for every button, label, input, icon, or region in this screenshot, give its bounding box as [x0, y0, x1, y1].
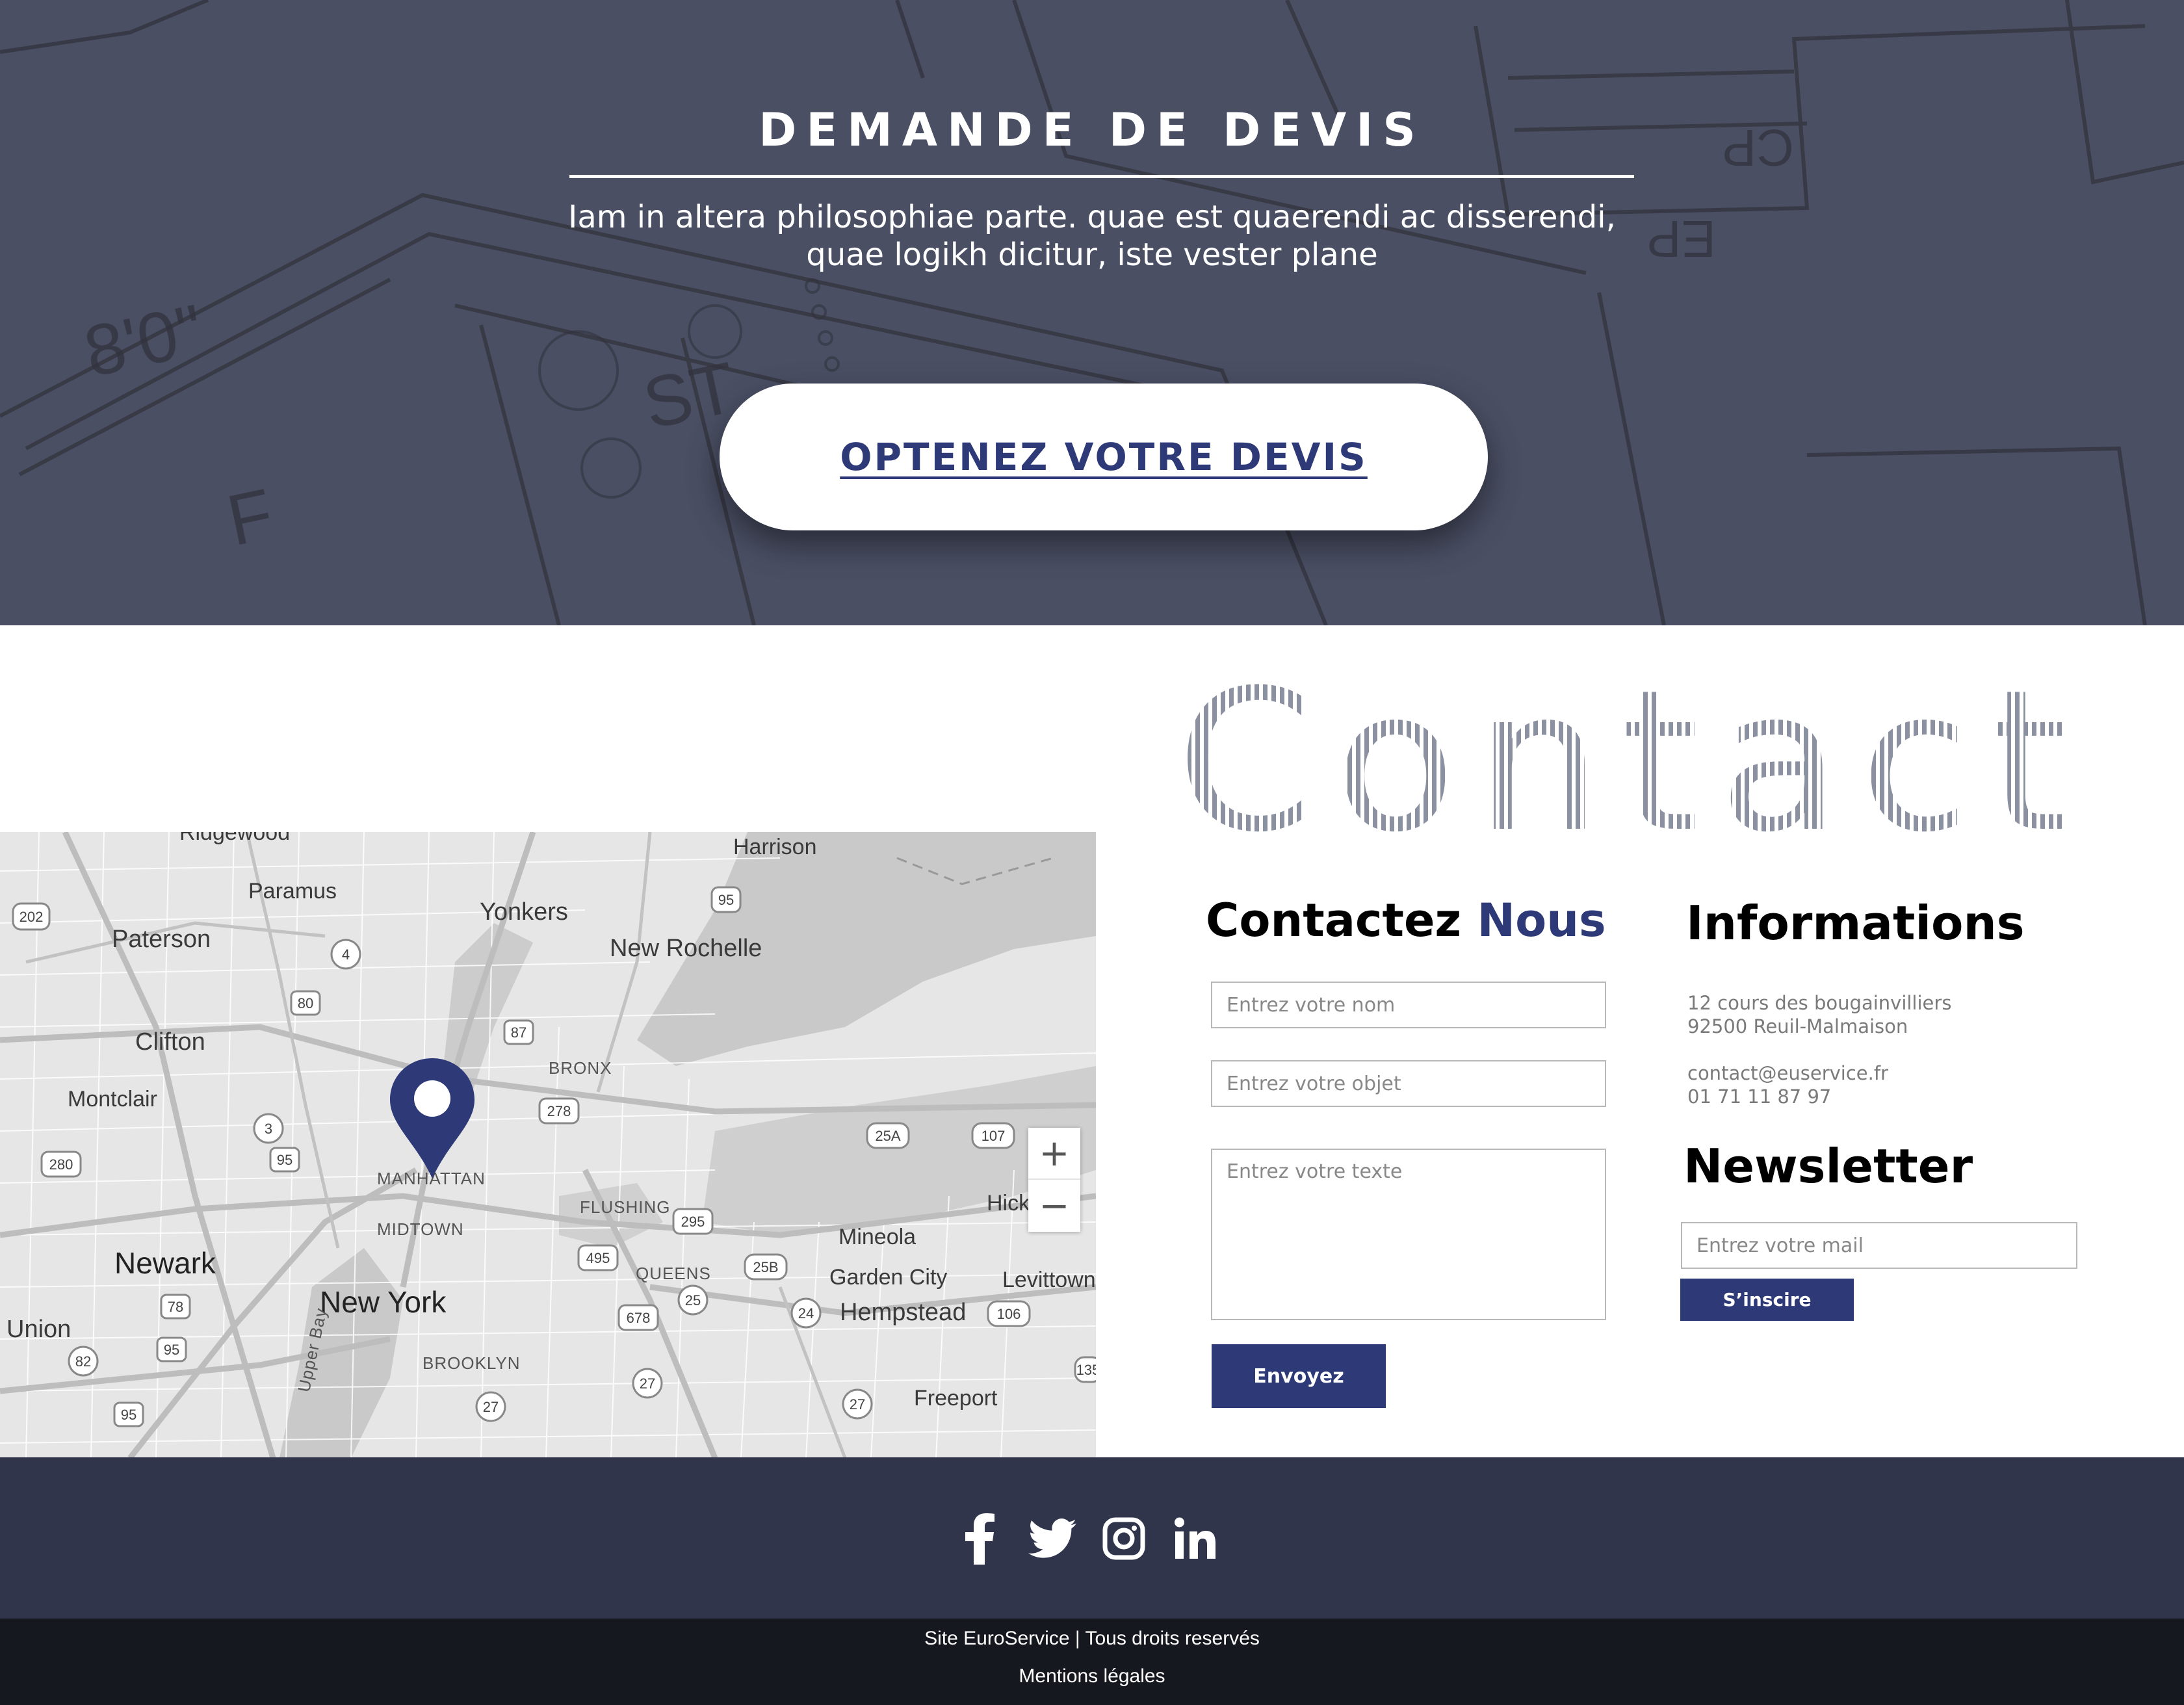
map-place-label: BROOKLYN — [422, 1353, 521, 1373]
road-shield-label: 25 — [685, 1292, 701, 1308]
hero-subtitle-line: quae logikh dicitur, iste vester plane — [806, 237, 1378, 273]
road-shield-label: 3 — [265, 1121, 272, 1137]
map-place-label: Levittown — [1002, 1268, 1096, 1292]
legal-notice-link[interactable]: Mentions légales — [0, 1665, 2184, 1687]
blueprint-background: 8'0" ST F CP EP — [0, 0, 2184, 625]
map-place-label: Harrison — [733, 835, 817, 859]
map-place-label: Montclair — [68, 1087, 157, 1112]
map-place-label: MIDTOWN — [377, 1219, 464, 1239]
name-input[interactable]: Entrez votre nom — [1211, 982, 1606, 1028]
map-place-label: Clifton — [135, 1028, 205, 1056]
address-block: 12 cours des bougainvilliers 92500 Reuil… — [1687, 991, 1951, 1038]
subject-input[interactable]: Entrez votre objet — [1211, 1060, 1606, 1107]
message-textarea[interactable]: Entrez votre texte — [1211, 1149, 1606, 1320]
zoom-in-button[interactable]: + — [1028, 1128, 1080, 1180]
twitter-icon[interactable] — [1023, 1509, 1082, 1568]
get-quote-button[interactable]: OPTENEZ VOTRE DEVIS — [720, 384, 1488, 530]
email-link[interactable]: contact@euservice.fr — [1687, 1061, 1888, 1085]
road-shield-label: 24 — [798, 1305, 814, 1321]
road-shield-label: 95 — [164, 1342, 179, 1358]
map-place-label: QUEENS — [636, 1264, 711, 1283]
map-place-label: Ridgewood — [179, 832, 291, 845]
map-place-label: Paterson — [112, 926, 211, 953]
zoom-out-button[interactable]: − — [1028, 1180, 1080, 1232]
road-shield-label: 280 — [49, 1156, 73, 1173]
instagram-icon[interactable] — [1095, 1509, 1153, 1568]
title-divider — [569, 175, 1634, 178]
phone-number: 01 71 11 87 97 — [1687, 1086, 1832, 1108]
hero-subtitle-line: Iam in altera philosophiae parte. quae e… — [568, 199, 1616, 235]
copyright-text: Site EuroService | Tous droits reservés — [924, 1628, 1260, 1649]
road-shield-label: 495 — [586, 1250, 610, 1266]
map-place-label: Paramus — [248, 879, 337, 904]
road-shield-label: 27 — [483, 1399, 499, 1415]
social-footer — [0, 1457, 2184, 1619]
map-place-label: Union — [6, 1316, 72, 1343]
road-shield-label: 78 — [168, 1299, 183, 1315]
road-shield-label: 295 — [681, 1214, 705, 1230]
road-shield-label: 25A — [875, 1128, 900, 1144]
map-place-label: Mineola — [838, 1225, 916, 1249]
road-shield-label: 27 — [850, 1396, 865, 1412]
newsletter-heading: Newsletter — [1684, 1139, 1973, 1193]
road-shield-label: 25B — [753, 1259, 778, 1275]
get-quote-label: OPTENEZ VOTRE DEVIS — [840, 435, 1368, 479]
road-shield-label: 95 — [121, 1407, 136, 1423]
map-widget[interactable]: 202 95 4 80 87 278 3 95 280 25A 107 295 … — [0, 832, 1096, 1458]
contact-heading-part1: Contactez — [1206, 894, 1462, 947]
road-shield-label: 27 — [640, 1375, 655, 1392]
contact-wordmark-text: Contact — [1176, 670, 2086, 839]
road-shield-label: 278 — [547, 1103, 571, 1119]
page-title: DEMANDE DE DEVIS — [759, 103, 1425, 157]
road-shield-label: 678 — [627, 1310, 651, 1326]
map-place-label: BRONX — [549, 1058, 612, 1078]
address-line: 92500 Reuil-Malmaison — [1687, 1015, 1908, 1037]
map-place-label: Freeport — [914, 1386, 998, 1411]
linkedin-icon[interactable] — [1166, 1509, 1225, 1568]
address-line: 12 cours des bougainvilliers — [1687, 992, 1952, 1014]
map-zoom-control: + − — [1028, 1128, 1080, 1232]
map-place-label: New York — [320, 1285, 447, 1319]
contact-wordmark: Contact — [1176, 670, 2086, 839]
map-place-label: Hick — [987, 1191, 1030, 1216]
road-shield-label: 95 — [718, 892, 734, 908]
map-place-label: Garden City — [829, 1265, 948, 1290]
road-shield-label: 87 — [511, 1024, 526, 1041]
informations-heading: Informations — [1686, 896, 2025, 950]
contact-heading-part2: Nous — [1477, 894, 1606, 947]
road-shield-label: 202 — [20, 909, 44, 925]
road-shield-label: 4 — [342, 946, 350, 963]
road-shield-label: 135 — [1076, 1362, 1096, 1378]
subscribe-button[interactable]: S’inscire — [1680, 1279, 1854, 1321]
map-place-label: New Rochelle — [610, 935, 762, 962]
road-shield-label: 95 — [277, 1152, 292, 1168]
road-shield-label: 107 — [982, 1128, 1006, 1144]
map-place-label: FLUSHING — [580, 1197, 671, 1217]
hero-subtitle: Iam in altera philosophiae parte. quae e… — [442, 198, 1742, 274]
send-button[interactable]: Envoyez — [1212, 1344, 1386, 1408]
newsletter-email-input[interactable]: Entrez votre mail — [1681, 1222, 2077, 1269]
map-place-label: Newark — [114, 1246, 216, 1280]
hero-section: 8'0" ST F CP EP DEMANDE DE DEVIS Iam in … — [0, 0, 2184, 625]
road-shield-label: 82 — [75, 1353, 91, 1370]
road-shield-label: 106 — [997, 1306, 1021, 1322]
facebook-icon[interactable] — [950, 1509, 1009, 1568]
road-shield-label: 80 — [298, 995, 313, 1011]
map-place-label: Yonkers — [480, 898, 568, 926]
location-pin-icon[interactable] — [390, 1058, 474, 1178]
map-place-label: Hempstead — [840, 1299, 967, 1326]
contact-form-heading: Contactez Nous — [1206, 894, 1606, 947]
contact-details: contact@euservice.fr 01 71 11 87 97 — [1687, 1061, 1888, 1108]
